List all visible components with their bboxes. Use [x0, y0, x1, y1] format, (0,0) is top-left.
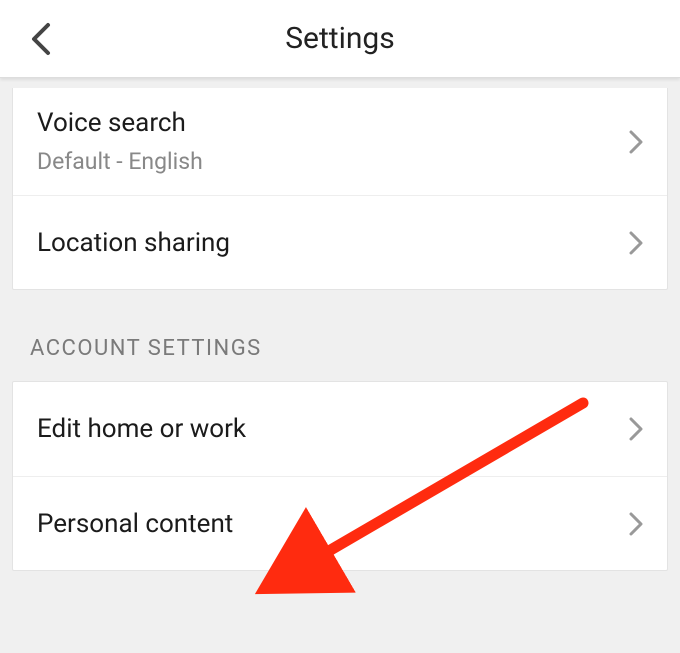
row-title: Edit home or work — [37, 414, 617, 444]
row-text: Voice search Default - English — [37, 108, 617, 175]
row-text: Edit home or work — [37, 414, 617, 444]
row-text: Personal content — [37, 509, 617, 539]
page-title: Settings — [0, 21, 680, 56]
settings-group-general: Voice search Default - English Location … — [12, 88, 668, 290]
settings-group-account: Edit home or work Personal content — [12, 381, 668, 571]
row-subtitle: Default - English — [37, 148, 617, 175]
chevron-right-icon — [629, 130, 643, 154]
page-body: Voice search Default - English Location … — [0, 78, 680, 653]
chevron-right-icon — [629, 417, 643, 441]
row-voice-search[interactable]: Voice search Default - English — [13, 88, 667, 195]
section-header-account: ACCOUNT SETTINGS — [0, 290, 680, 381]
header-bar: Settings — [0, 0, 680, 78]
row-text: Location sharing — [37, 228, 617, 258]
chevron-right-icon — [629, 512, 643, 536]
row-title: Location sharing — [37, 228, 617, 258]
row-title: Voice search — [37, 108, 617, 138]
row-edit-home-work[interactable]: Edit home or work — [13, 382, 667, 476]
back-button[interactable] — [20, 19, 60, 59]
chevron-right-icon — [629, 231, 643, 255]
row-location-sharing[interactable]: Location sharing — [13, 195, 667, 289]
row-title: Personal content — [37, 509, 617, 539]
chevron-left-icon — [30, 22, 51, 56]
row-personal-content[interactable]: Personal content — [13, 476, 667, 570]
